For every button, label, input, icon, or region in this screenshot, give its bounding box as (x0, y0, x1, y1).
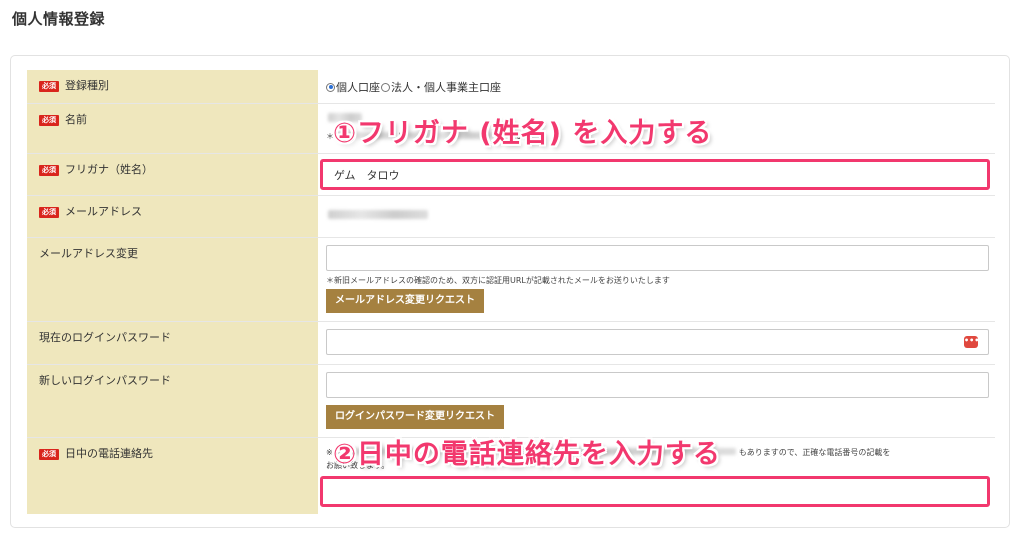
password-change-request-button[interactable]: ログインパスワード変更リクエスト (326, 405, 504, 429)
required-badge: 必須 (39, 165, 59, 176)
value-cell (318, 154, 995, 195)
phone-input[interactable] (326, 482, 989, 508)
value-cell: 個人口座 法人・個人事業主口座 (318, 70, 995, 103)
current-password-input[interactable] (326, 329, 989, 355)
value-cell: ＊新旧メールアドレスの確認のため、双方に認証用URLが記載されたメールをお送りい… (318, 238, 995, 321)
label-cell: 新しいログインパスワード (27, 365, 318, 437)
row-email: 必須 メールアドレス (27, 196, 995, 238)
registration-type-radio-group: 個人口座 法人・個人事業主口座 (326, 79, 501, 95)
row-new-password: 新しいログインパスワード ログインパスワード変更リクエスト (27, 365, 995, 438)
label-name: 名前 (65, 113, 87, 126)
phone-note-tail: もありますので、正確な電話番号の記載を (738, 448, 891, 457)
row-furigana: 必須 フリガナ（姓名） (27, 154, 995, 196)
radio-corporate-label[interactable]: 法人・個人事業主口座 (391, 79, 501, 95)
value-cell (318, 196, 995, 237)
annotation-step1: ①フリガナ (姓名) を入力する (333, 118, 713, 149)
page-title: 個人情報登録 (12, 10, 106, 28)
required-badge: 必須 (39, 81, 59, 92)
label-email: メールアドレス (65, 205, 142, 218)
new-email-input[interactable] (326, 245, 989, 271)
email-value-redacted (328, 210, 428, 219)
radio-individual-label[interactable]: 個人口座 (336, 79, 380, 95)
furigana-input[interactable] (326, 162, 989, 188)
label-cell: 必須 名前 (27, 104, 318, 153)
row-registration-type: 必須 登録種別 個人口座 法人・個人事業主口座 (27, 70, 995, 104)
phone-note-start: ※ (326, 448, 333, 457)
label-new-password: 新しいログインパスワード (39, 374, 171, 387)
label-cell: 必須 メールアドレス (27, 196, 318, 237)
label-phone: 日中の電話連絡先 (65, 447, 153, 460)
email-change-request-button[interactable]: メールアドレス変更リクエスト (326, 289, 484, 313)
radio-corporate[interactable] (381, 82, 390, 92)
required-badge: 必須 (39, 115, 59, 126)
label-cell: 必須 日中の電話連絡先 (27, 438, 318, 514)
password-manager-icon[interactable]: ••• (964, 336, 979, 348)
value-cell: ログインパスワード変更リクエスト (318, 365, 995, 437)
label-current-password: 現在のログインパスワード (39, 331, 171, 344)
row-current-password: 現在のログインパスワード ••• (27, 322, 995, 365)
annotation-step2: ②日中の電話連絡先を入力する (333, 439, 721, 470)
label-cell: 必須 登録種別 (27, 70, 318, 103)
label-cell: 必須 フリガナ（姓名） (27, 154, 318, 195)
email-change-note: ＊新旧メールアドレスの確認のため、双方に認証用URLが記載されたメールをお送りい… (326, 276, 670, 285)
required-badge: 必須 (39, 449, 59, 460)
new-password-input[interactable] (326, 372, 989, 398)
label-cell: 現在のログインパスワード (27, 322, 318, 364)
label-furigana: フリガナ（姓名） (65, 163, 153, 176)
label-cell: メールアドレス変更 (27, 238, 318, 321)
value-cell: ••• (318, 322, 995, 364)
required-badge: 必須 (39, 207, 59, 218)
label-registration-type: 登録種別 (65, 79, 109, 92)
label-email-change: メールアドレス変更 (39, 247, 138, 260)
row-email-change: メールアドレス変更 ＊新旧メールアドレスの確認のため、双方に認証用URLが記載さ… (27, 238, 995, 322)
radio-individual[interactable] (326, 82, 335, 92)
